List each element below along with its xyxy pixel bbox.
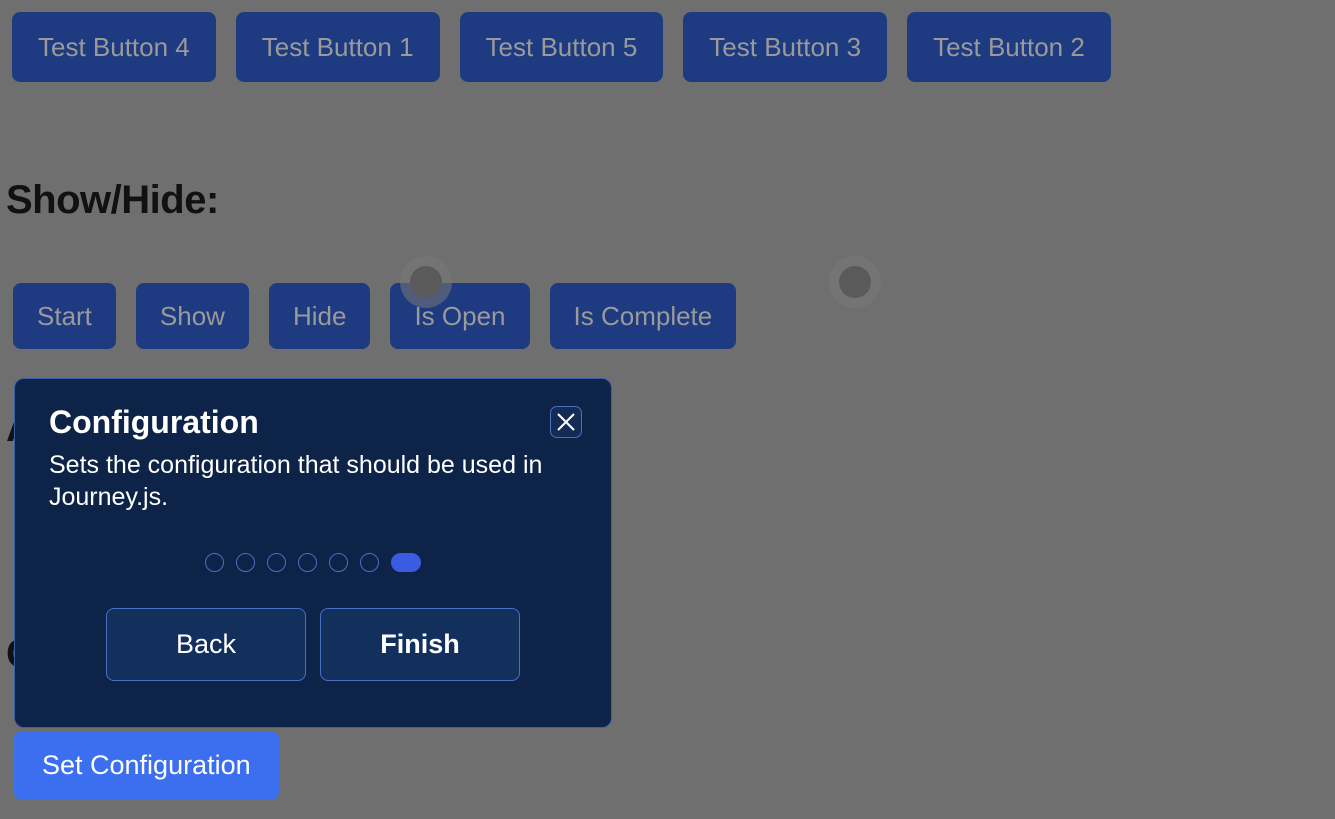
step-dot-6[interactable]	[360, 553, 379, 572]
show-hide-button-row: Start Show Hide Is Open Is Complete	[13, 283, 736, 349]
step-dot-7-active[interactable]	[391, 553, 421, 572]
step-dot-1[interactable]	[205, 553, 224, 572]
start-button[interactable]: Start	[13, 283, 116, 349]
target-circle-icon-2	[829, 256, 881, 308]
step-dot-5[interactable]	[329, 553, 348, 572]
modal-description: Sets the configuration that should be us…	[49, 449, 577, 513]
hide-button[interactable]: Hide	[269, 283, 370, 349]
modal-title: Configuration	[49, 403, 577, 441]
test-button-1[interactable]: Test Button 1	[236, 12, 440, 82]
test-button-2[interactable]: Test Button 2	[907, 12, 1111, 82]
step-dot-3[interactable]	[267, 553, 286, 572]
is-complete-button[interactable]: Is Complete	[550, 283, 737, 349]
is-open-button[interactable]: Is Open	[390, 283, 529, 349]
modal-step-indicator	[49, 553, 577, 572]
test-button-4[interactable]: Test Button 4	[12, 12, 216, 82]
step-dot-4[interactable]	[298, 553, 317, 572]
test-button-5[interactable]: Test Button 5	[460, 12, 664, 82]
test-button-row: Test Button 4 Test Button 1 Test Button …	[12, 12, 1111, 82]
finish-button[interactable]: Finish	[320, 608, 520, 681]
close-icon[interactable]	[550, 406, 582, 438]
back-button[interactable]: Back	[106, 608, 306, 681]
page-section-heading: Show/Hide:	[6, 178, 219, 223]
configuration-modal: Configuration Sets the configuration tha…	[14, 378, 612, 728]
test-button-3[interactable]: Test Button 3	[683, 12, 887, 82]
modal-action-row: Back Finish	[49, 608, 577, 681]
show-button[interactable]: Show	[136, 283, 249, 349]
step-dot-2[interactable]	[236, 553, 255, 572]
set-configuration-button[interactable]: Set Configuration	[14, 731, 279, 800]
